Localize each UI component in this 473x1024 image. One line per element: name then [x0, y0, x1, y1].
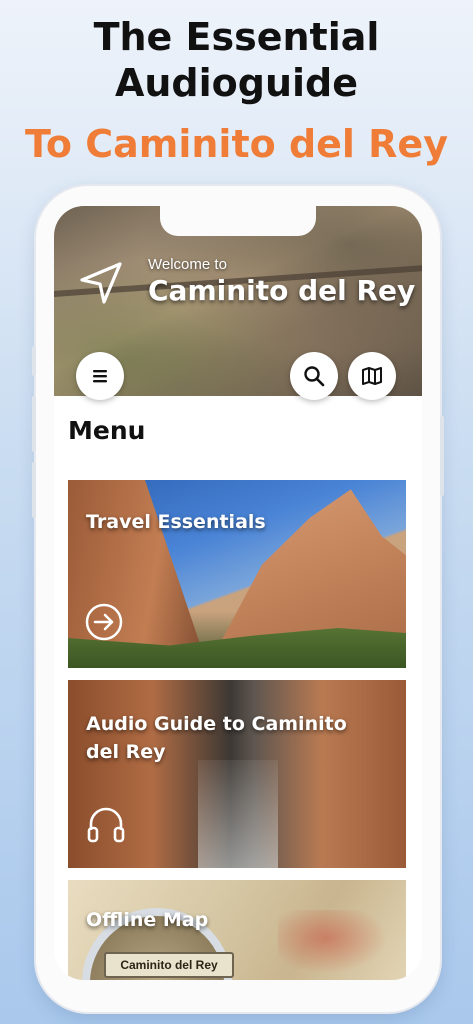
card-image-sign: Caminito del Rey — [104, 952, 234, 978]
phone-power-button — [440, 416, 444, 496]
promo-title-line1: The Essential — [93, 15, 380, 59]
app-screen: Welcome to Caminito del Rey Menu Travel … — [54, 206, 422, 980]
card-image-waterfall — [198, 760, 278, 868]
search-icon — [304, 366, 325, 387]
promo-title-line2: Audioguide — [114, 61, 359, 105]
navigation-arrow-icon — [80, 262, 122, 304]
map-button[interactable] — [348, 352, 396, 400]
promo-subtitle: To Caminito del Rey — [25, 122, 448, 166]
card-offline-map[interactable]: Caminito del Rey Offline Map — [68, 880, 406, 980]
arrow-right-circle-icon[interactable] — [84, 602, 124, 642]
hamburger-menu-icon — [93, 370, 107, 383]
map-icon — [362, 367, 382, 385]
phone-volume-up — [32, 396, 36, 452]
phone-notch — [160, 206, 316, 236]
hero-welcome-text: Welcome to — [148, 256, 227, 273]
phone-volume-down — [32, 462, 36, 518]
promo-title: The Essential Audioguide — [0, 14, 473, 106]
headphones-icon[interactable] — [84, 802, 128, 846]
hamburger-menu-button[interactable] — [76, 352, 124, 400]
phone-frame: Welcome to Caminito del Rey Menu Travel … — [32, 186, 444, 1012]
card-audio-guide[interactable]: Audio Guide to Caminito del Rey — [68, 680, 406, 868]
card-image-map — [278, 910, 398, 980]
card-travel-essentials[interactable]: Travel Essentials — [68, 480, 406, 668]
hero-title: Caminito del Rey — [148, 274, 416, 307]
card-title: Offline Map — [86, 909, 209, 931]
search-button[interactable] — [290, 352, 338, 400]
phone-side-button — [32, 346, 36, 376]
menu-heading: Menu — [68, 416, 146, 445]
card-title: Travel Essentials — [86, 511, 266, 533]
card-title: Audio Guide to Caminito del Rey — [86, 713, 347, 763]
